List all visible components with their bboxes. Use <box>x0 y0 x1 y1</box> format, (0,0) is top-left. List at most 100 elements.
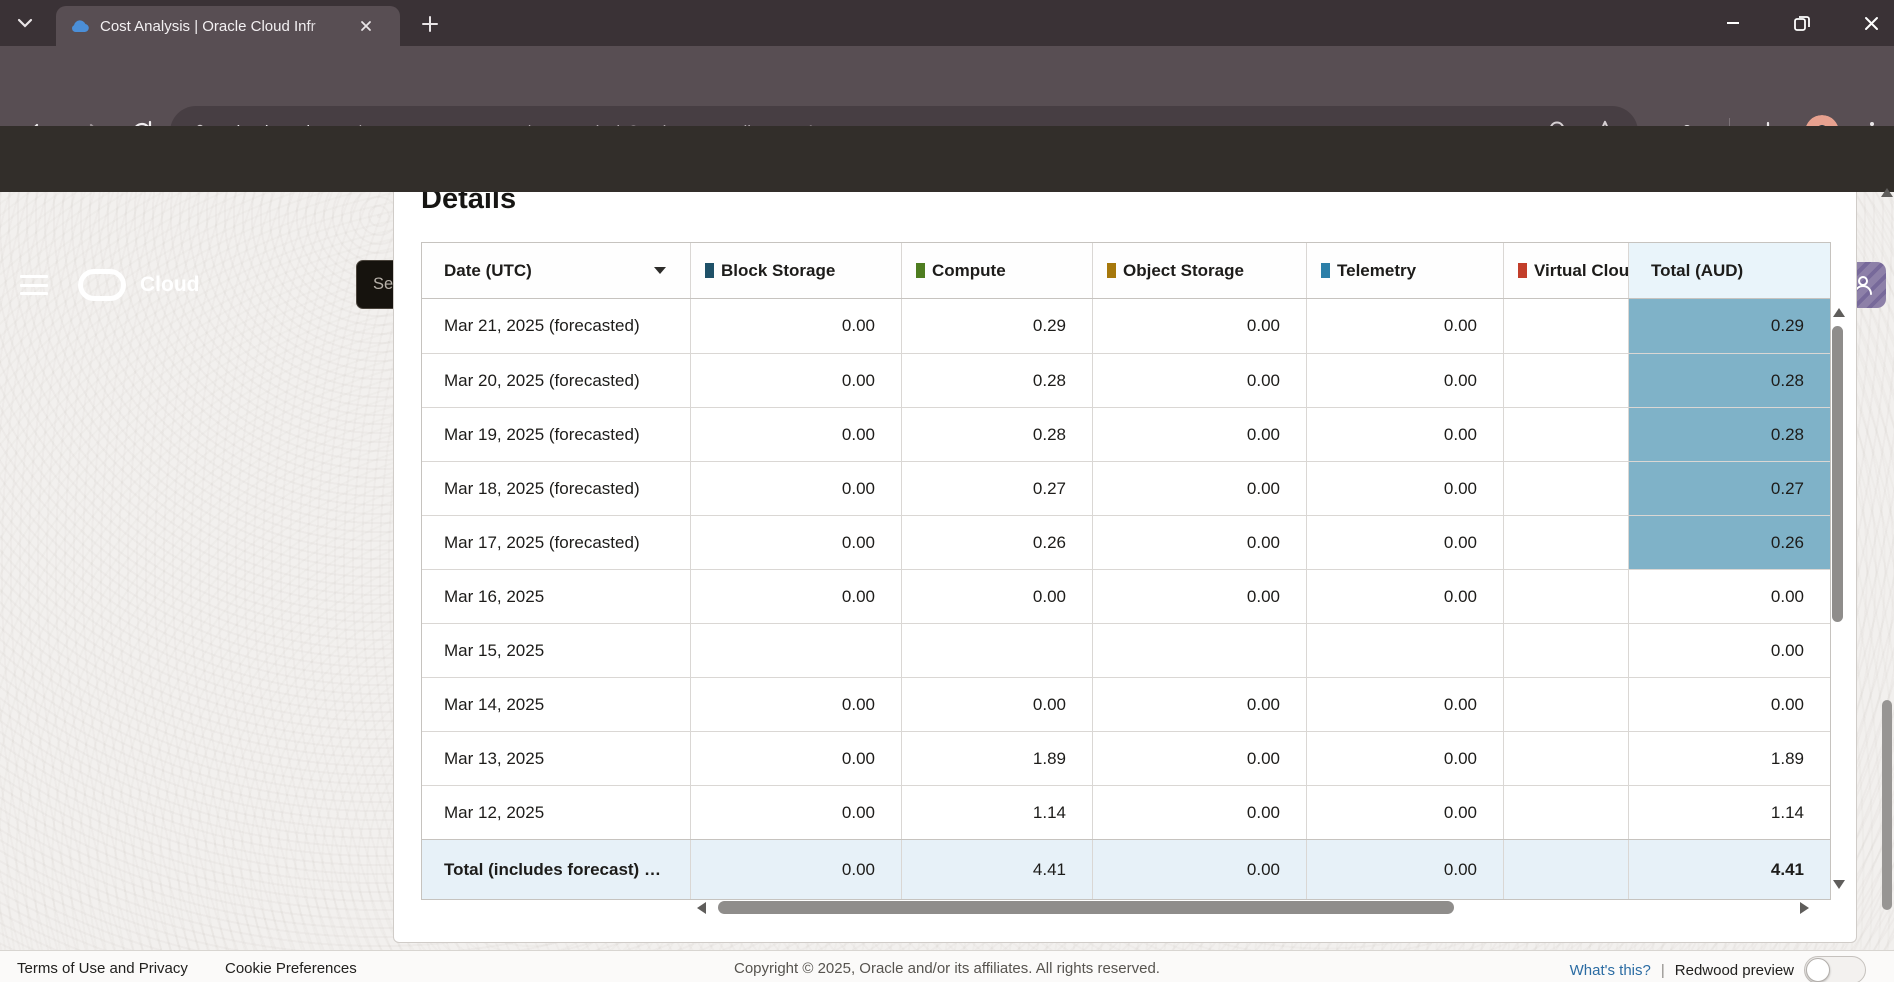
new-tab-button[interactable] <box>416 10 444 38</box>
value-cell: 0.00 <box>691 732 902 785</box>
date-cell: Mar 14, 2025 <box>422 678 691 731</box>
total-row-label: Total (includes forecast) … <box>422 840 691 899</box>
value-cell: 0.00 <box>1307 462 1504 515</box>
series-marker-icon <box>1107 263 1116 278</box>
table-scroll-up-icon[interactable] <box>1833 308 1845 317</box>
value-cell: 0.00 <box>691 462 902 515</box>
navigation-menu-icon[interactable] <box>20 275 48 295</box>
value-cell: 0.00 <box>1307 786 1504 839</box>
value-cell: 0.00 <box>691 840 902 899</box>
table-row: Mar 17, 2025 (forecasted)0.000.260.000.0… <box>422 515 1830 569</box>
value-cell <box>1504 408 1629 461</box>
column-header-total-aud: Total (AUD) <box>1629 243 1830 298</box>
table-row: Mar 20, 2025 (forecasted)0.000.280.000.0… <box>422 353 1830 407</box>
table-row: Mar 19, 2025 (forecasted)0.000.280.000.0… <box>422 407 1830 461</box>
section-title: Details <box>421 192 516 216</box>
browser-toolbar: cloud.oracle.com/account-management/cost… <box>0 46 1894 126</box>
value-cell: 0.00 <box>691 516 902 569</box>
value-cell: 0.28 <box>902 354 1093 407</box>
column-header-date-utc[interactable]: Date (UTC) <box>422 243 691 298</box>
table-row: Mar 14, 20250.000.000.000.000.00 <box>422 677 1830 731</box>
value-cell <box>1504 299 1629 353</box>
series-marker-icon <box>916 263 925 278</box>
value-cell <box>1504 570 1629 623</box>
page-vertical-scrollbar[interactable] <box>1882 700 1892 910</box>
tab-title: Cost Analysis | Oracle Cloud Infr <box>100 18 352 35</box>
value-cell: 0.00 <box>1093 516 1307 569</box>
value-cell: 0.00 <box>1093 408 1307 461</box>
table-row: Mar 13, 20250.001.890.000.001.89 <box>422 731 1830 785</box>
window-close-button[interactable] <box>1853 5 1889 41</box>
window-restore-button[interactable] <box>1784 5 1820 41</box>
oracle-logo[interactable] <box>78 269 126 301</box>
value-cell: 0.27 <box>902 462 1093 515</box>
value-cell: 0.00 <box>1307 354 1504 407</box>
total-cell: 0.27 <box>1629 462 1830 515</box>
value-cell <box>1504 462 1629 515</box>
window-minimize-button[interactable] <box>1715 5 1751 41</box>
table-scroll-down-icon[interactable] <box>1833 880 1845 889</box>
total-cell: 0.00 <box>1629 570 1830 623</box>
value-cell: 0.00 <box>1093 462 1307 515</box>
page-scroll-up-icon[interactable] <box>1881 188 1893 197</box>
value-cell: 1.89 <box>902 732 1093 785</box>
footer-separator: | <box>1661 962 1665 979</box>
value-cell: 0.00 <box>691 354 902 407</box>
column-header-label: Total (AUD) <box>1651 261 1743 281</box>
total-cell: 0.00 <box>1629 678 1830 731</box>
column-header-telemetry: Telemetry <box>1307 243 1504 298</box>
value-cell: 0.00 <box>1307 299 1504 353</box>
value-cell: 0.00 <box>1093 840 1307 899</box>
value-cell: 1.14 <box>902 786 1093 839</box>
column-header-virtual-clou: Virtual Clou <box>1504 243 1629 298</box>
tab-close-icon[interactable] <box>354 14 378 38</box>
value-cell <box>902 624 1093 677</box>
console-footer: Terms of Use and Privacy Cookie Preferen… <box>0 950 1894 982</box>
redwood-preview-toggle[interactable] <box>1804 956 1866 982</box>
date-cell: Mar 15, 2025 <box>422 624 691 677</box>
table-scroll-left-icon[interactable] <box>697 902 706 914</box>
total-cell: 1.89 <box>1629 732 1830 785</box>
table-vertical-scrollbar[interactable] <box>1832 326 1843 622</box>
value-cell <box>1504 732 1629 785</box>
value-cell: 0.00 <box>1093 732 1307 785</box>
oci-header: Cloud Australia Southeast (Melbourne) <>… <box>0 126 1894 192</box>
column-header-label: Virtual Clou <box>1534 261 1629 281</box>
column-header-block-storage: Block Storage <box>691 243 902 298</box>
browser-tab[interactable]: Cost Analysis | Oracle Cloud Infr <box>56 6 400 46</box>
date-cell: Mar 19, 2025 (forecasted) <box>422 408 691 461</box>
date-cell: Mar 16, 2025 <box>422 570 691 623</box>
table-row: Mar 12, 20250.001.140.000.001.14 <box>422 785 1830 839</box>
value-cell: 0.00 <box>1307 408 1504 461</box>
column-header-label: Object Storage <box>1123 261 1244 281</box>
column-header-object-storage: Object Storage <box>1093 243 1307 298</box>
value-cell: 0.00 <box>1307 516 1504 569</box>
column-header-label: Block Storage <box>721 261 835 281</box>
date-cell: Mar 13, 2025 <box>422 732 691 785</box>
value-cell: 0.00 <box>1093 354 1307 407</box>
value-cell <box>1093 624 1307 677</box>
value-cell: 0.00 <box>691 408 902 461</box>
redwood-preview-label: Redwood preview <box>1675 962 1794 979</box>
series-marker-icon <box>1518 263 1527 278</box>
value-cell <box>1504 354 1629 407</box>
table-row: Mar 15, 20250.00 <box>422 623 1830 677</box>
date-cell: Mar 12, 2025 <box>422 786 691 839</box>
value-cell: 0.00 <box>1093 570 1307 623</box>
footer-right-cluster: What's this? | Redwood preview <box>1570 956 1866 982</box>
toggle-knob <box>1806 958 1830 982</box>
total-cell: 0.26 <box>1629 516 1830 569</box>
date-cell: Mar 17, 2025 (forecasted) <box>422 516 691 569</box>
value-cell: 4.41 <box>902 840 1093 899</box>
tab-search-chevron-icon[interactable] <box>12 10 38 36</box>
table-horizontal-scrollbar[interactable] <box>718 901 1454 914</box>
table-scroll-right-icon[interactable] <box>1800 902 1809 914</box>
date-cell: Mar 20, 2025 (forecasted) <box>422 354 691 407</box>
total-cell: 0.28 <box>1629 354 1830 407</box>
sort-caret-icon[interactable] <box>654 267 666 274</box>
column-header-label: Compute <box>932 261 1006 281</box>
value-cell: 0.00 <box>1093 678 1307 731</box>
value-cell: 0.29 <box>902 299 1093 353</box>
whats-this-link[interactable]: What's this? <box>1570 962 1651 979</box>
column-header-compute: Compute <box>902 243 1093 298</box>
